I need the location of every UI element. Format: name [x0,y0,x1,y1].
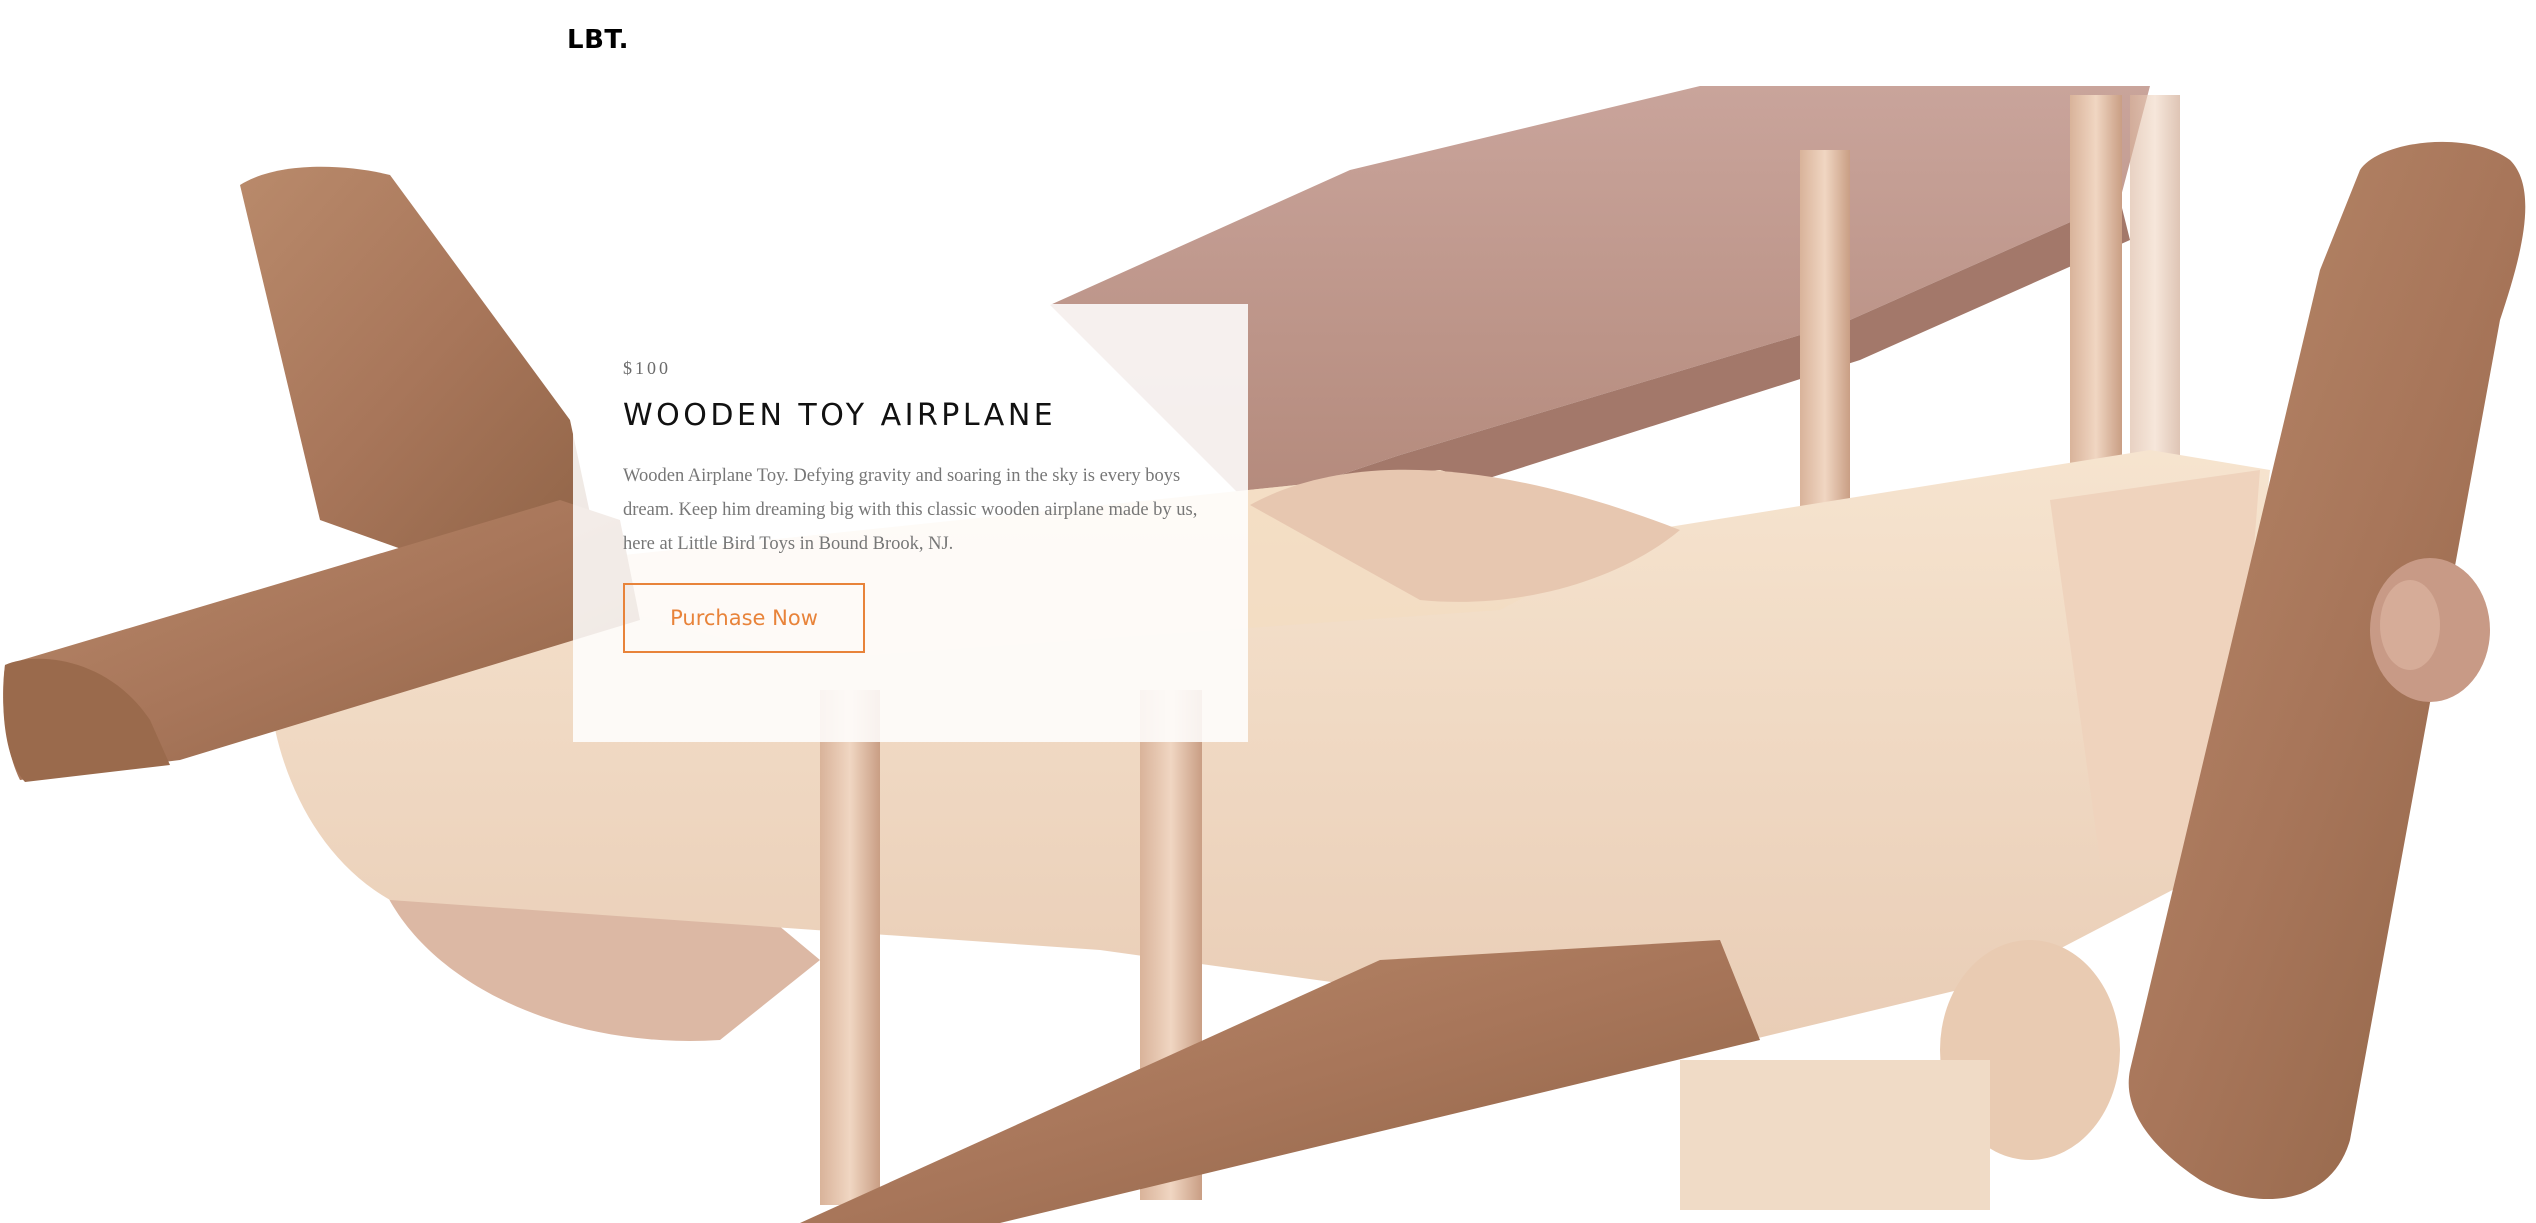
site-header: LBT. [0,0,2536,86]
site-logo[interactable]: LBT. [567,25,629,55]
product-card: $100 WOODEN TOY AIRPLANE Wooden Airplane… [573,304,1248,742]
hero-image-wooden-airplane [0,86,2536,1223]
product-price: $100 [623,358,671,378]
purchase-now-button[interactable]: Purchase Now [623,583,865,653]
page: LBT. $100 WOODEN TOY AIRPLANE Wooden Air… [0,0,2536,1223]
product-title: WOODEN TOY AIRPLANE [623,398,1057,433]
product-description: Wooden Airplane Toy. Defying gravity and… [623,466,1198,554]
